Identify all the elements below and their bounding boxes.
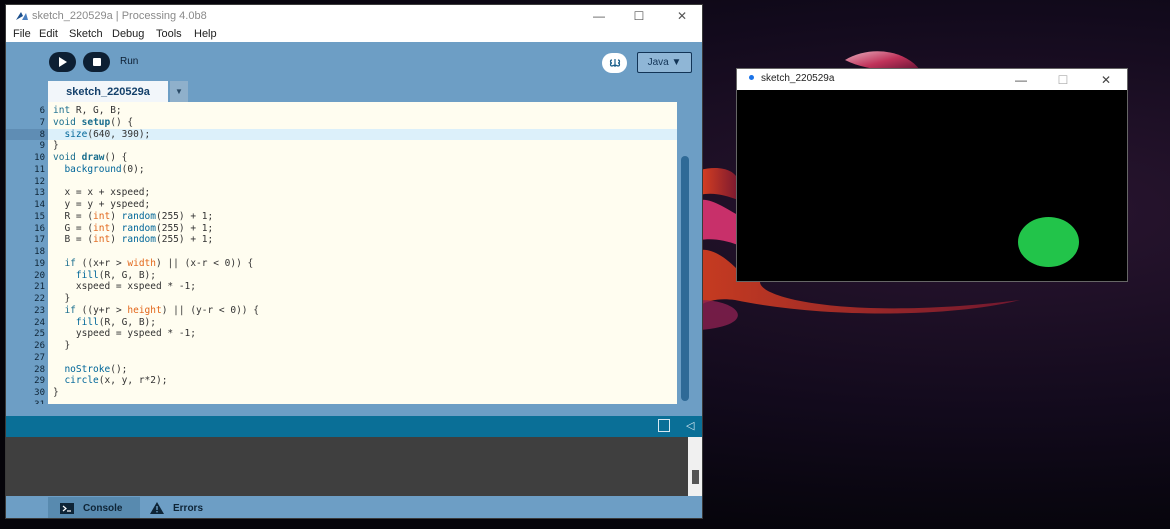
code-line[interactable]: background(0); — [53, 164, 144, 175]
line-number: 29 — [34, 376, 45, 387]
tab-menu-button[interactable]: ▼ — [170, 81, 188, 102]
code-line[interactable]: circle(x, y, r*2); — [53, 375, 167, 386]
line-number: 12 — [34, 176, 45, 187]
status-bar: ◁ — [6, 416, 702, 437]
tab-console-label: Console — [83, 502, 123, 514]
line-number: 18 — [34, 247, 45, 257]
stop-button[interactable] — [83, 52, 110, 72]
editor-footer — [6, 404, 702, 416]
sketch-output-window: sketch_220529a — ☐ ✕ — [736, 68, 1128, 282]
tab-console[interactable]: Console — [48, 497, 140, 518]
code-line[interactable]: fill(R, G, B); — [53, 270, 156, 281]
code-line[interactable]: R = (int) random(255) + 1; — [53, 211, 213, 222]
bouncing-ball — [1018, 217, 1079, 267]
line-number: 14 — [34, 200, 45, 210]
editor-scrollbar[interactable] — [678, 102, 692, 404]
code-line[interactable]: size(640, 390); — [53, 129, 150, 140]
code-line[interactable]: void setup() { — [53, 117, 133, 128]
stop-icon — [92, 58, 101, 66]
run-label: Run — [120, 56, 139, 67]
line-number: 22 — [34, 294, 45, 304]
line-number: 27 — [34, 352, 45, 363]
code-line[interactable]: int R, G, B; — [53, 105, 122, 116]
line-number: 10 — [34, 153, 45, 163]
console-area[interactable] — [6, 437, 702, 496]
code-line[interactable]: if ((y+r > height) || (y-r < 0)) { — [53, 305, 259, 316]
line-number: 23 — [34, 305, 45, 316]
sketch-canvas[interactable] — [737, 90, 1127, 281]
toolbar: Run Java ▼ — [6, 42, 702, 82]
menu-sketch[interactable]: Sketch — [69, 28, 103, 40]
sketch-titlebar[interactable]: sketch_220529a — ☐ ✕ — [737, 69, 1127, 90]
code-line[interactable]: B = (int) random(255) + 1; — [53, 234, 213, 245]
line-number: 6 — [39, 106, 45, 116]
menu-bar: File Edit Sketch Debug Tools Help — [6, 27, 702, 42]
line-number: 17 — [34, 235, 45, 246]
maximize-button[interactable]: ☐ — [618, 5, 660, 27]
debug-button[interactable] — [602, 53, 627, 73]
line-number: 19 — [34, 258, 45, 269]
line-number: 11 — [34, 164, 45, 175]
processing-ide-window: sketch_220529a | Processing 4.0b8 — ☐ ✕ … — [5, 4, 703, 519]
line-number: 28 — [34, 364, 45, 375]
play-icon — [59, 57, 67, 67]
code-editor[interactable]: int R, G, B; void setup() { size(640, 390… — [48, 102, 677, 404]
code-line[interactable]: fill(R, G, B); — [53, 317, 156, 328]
menu-debug[interactable]: Debug — [112, 28, 144, 40]
line-number: 26 — [34, 341, 45, 351]
sketch-close-button[interactable]: ✕ — [1086, 69, 1126, 90]
line-number: 13 — [34, 188, 45, 199]
code-line[interactable]: } — [53, 387, 59, 398]
code-line[interactable]: yspeed = yspeed * -1; — [53, 328, 196, 339]
console-scrollbar[interactable] — [688, 437, 702, 496]
sketch-app-icon — [749, 75, 754, 80]
minimize-button[interactable]: — — [578, 5, 620, 27]
menu-file[interactable]: File — [13, 28, 31, 40]
mode-selector[interactable]: Java ▼ — [637, 52, 692, 73]
code-line[interactable]: G = (int) random(255) + 1; — [53, 223, 213, 234]
menu-tools[interactable]: Tools — [156, 28, 182, 40]
tab-sketch[interactable]: sketch_220529a — [48, 81, 168, 102]
terminal-icon — [60, 502, 74, 514]
close-button[interactable]: ✕ — [661, 5, 702, 27]
sketch-window-title: sketch_220529a — [761, 73, 835, 84]
ide-titlebar[interactable]: sketch_220529a | Processing 4.0b8 — ☐ ✕ — [6, 5, 702, 27]
menu-help[interactable]: Help — [194, 28, 217, 40]
line-number: 15 — [34, 211, 45, 222]
code-line[interactable]: } — [53, 340, 70, 351]
processing-logo-icon — [16, 12, 28, 20]
line-number: 7 — [39, 117, 45, 128]
sketch-minimize-button[interactable]: — — [1001, 69, 1041, 90]
warning-icon — [150, 502, 164, 514]
line-number: 8 — [39, 129, 45, 140]
tab-errors-label: Errors — [173, 502, 204, 514]
console-scroll-thumb[interactable] — [692, 470, 699, 484]
butterfly-icon — [609, 59, 620, 67]
window-title: sketch_220529a | Processing 4.0b8 — [32, 10, 207, 22]
bottom-tab-bar: Console Errors — [6, 496, 702, 518]
code-line[interactable]: if ((x+r > width) || (x-r < 0)) { — [53, 258, 253, 269]
line-number: 24 — [34, 317, 45, 328]
line-number-gutter: 6 7 8 9 10 11 12 13 14 15 16 17 18 19 20 21 22 23 24 25 26 27… — [6, 102, 48, 404]
line-number: 9 — [39, 141, 45, 152]
code-line[interactable]: xspeed = xspeed * -1; — [53, 281, 196, 292]
code-line[interactable]: } — [53, 140, 59, 151]
code-line[interactable]: void draw() { — [53, 152, 127, 163]
editor-scroll-thumb[interactable] — [681, 156, 689, 401]
run-button[interactable] — [49, 52, 76, 72]
line-number: 25 — [34, 329, 45, 340]
line-number: 30 — [34, 388, 45, 398]
menu-edit[interactable]: Edit — [39, 28, 58, 40]
code-line[interactable]: noStroke(); — [53, 364, 127, 375]
line-number: 20 — [34, 270, 45, 281]
code-line[interactable]: } — [53, 293, 70, 304]
code-line[interactable]: x = x + xspeed; — [53, 187, 150, 198]
line-number: 21 — [34, 282, 45, 293]
line-number: 16 — [34, 223, 45, 234]
sketch-maximize-button[interactable]: ☐ — [1043, 69, 1083, 90]
copy-icon[interactable] — [658, 419, 670, 432]
collapse-console-icon[interactable]: ◁ — [686, 419, 694, 432]
code-line[interactable]: y = y + yspeed; — [53, 199, 150, 210]
tab-errors[interactable]: Errors — [150, 497, 230, 518]
